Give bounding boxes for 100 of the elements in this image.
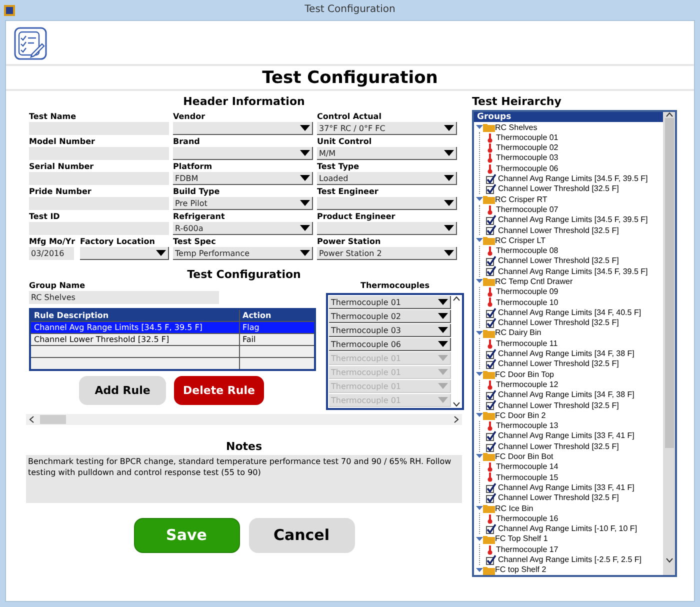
scrollbar-thumb[interactable]: [40, 415, 66, 424]
text-field[interactable]: RC Shelves: [29, 291, 219, 304]
text-field[interactable]: 03/2016: [29, 247, 74, 260]
dropdown[interactable]: Loaded: [317, 172, 457, 186]
caret-icon: [444, 250, 454, 256]
tree-item[interactable]: Channel Avg Range Limits [34.5 F, 39.5 F]: [480, 174, 663, 184]
tree-item[interactable]: Thermocouple 07: [480, 204, 663, 215]
tree-item[interactable]: FC Door Bin Top: [474, 369, 663, 380]
tree-item[interactable]: FC top Shelf 2: [474, 564, 663, 576]
tree-item[interactable]: Channel Avg Range Limits [-10 F, 10 F]: [480, 524, 663, 534]
tree-item[interactable]: Channel Lower Threshold [32.5 F]: [480, 441, 663, 452]
checkmark-icon: [486, 348, 496, 359]
delete-button[interactable]: Delete Rule: [174, 376, 264, 405]
tree-item[interactable]: Thermocouple 14: [480, 462, 663, 472]
tree-item[interactable]: Thermocouple 09: [480, 286, 663, 298]
tree-item[interactable]: Channel Lower Threshold [32.5 F]: [480, 184, 663, 194]
thermometer-icon: [486, 420, 494, 431]
save-button[interactable]: Save: [134, 518, 240, 553]
dropdown[interactable]: Thermocouple 03: [329, 324, 451, 338]
add-button[interactable]: Add Rule: [79, 376, 166, 405]
tree-item[interactable]: Channel Lower Threshold [32.5 F]: [480, 225, 663, 236]
cancel-button[interactable]: Cancel: [248, 518, 354, 553]
tree-item[interactable]: RC Crisper RT: [474, 194, 663, 205]
tree-item[interactable]: Channel Avg Range Limits [34 F, 40.5 F]: [480, 308, 663, 318]
tree-item[interactable]: FC Door Bin 2: [474, 410, 663, 421]
text-field[interactable]: [29, 197, 169, 210]
tree-item[interactable]: RC Ice Bin: [474, 503, 663, 514]
folder-icon: [483, 534, 495, 544]
caret-icon: [300, 125, 310, 132]
caret-icon: [444, 125, 454, 132]
tree-item[interactable]: Channel Avg Range Limits [34.5 F, 39.5 F]: [480, 214, 663, 226]
folder-icon: [483, 277, 495, 286]
tree-item[interactable]: RC Shelves: [474, 122, 663, 132]
dropdown[interactable]: R-600a: [173, 222, 313, 236]
tree-item[interactable]: Thermocouple 16: [480, 513, 663, 524]
tree-item[interactable]: Channel Lower Threshold [32.5 F]: [480, 256, 663, 266]
tree-item[interactable]: Channel Lower Threshold [32.5 F]: [480, 318, 663, 328]
tree-item[interactable]: Thermocouple 17: [480, 544, 663, 555]
tree-item[interactable]: Thermocouple 15: [480, 472, 663, 483]
tree-item[interactable]: Channel Lower Threshold [32.5 F]: [480, 359, 663, 370]
dropdown[interactable]: Pre Pilot: [173, 197, 313, 210]
tree-item[interactable]: RC Crisper LT: [474, 235, 663, 246]
section-title: Header Information: [182, 95, 306, 108]
dropdown[interactable]: [173, 147, 313, 160]
tree-item[interactable]: Thermocouple 11: [480, 338, 663, 349]
dropdown[interactable]: FDBM: [173, 172, 313, 186]
tree-item[interactable]: Channel Avg Range Limits [-2.5 F, 2.5 F]: [480, 554, 663, 565]
tree-item[interactable]: RC Temp Cntl Drawer: [474, 276, 663, 287]
dropdown[interactable]: M/M: [317, 147, 457, 160]
tree-item[interactable]: Thermocouple 03: [480, 153, 663, 164]
folder-icon: [483, 236, 495, 246]
field-label: Test Engineer: [317, 187, 380, 198]
field-label: Thermocouples: [360, 281, 430, 292]
tree-item[interactable]: Channel Lower Threshold [32.5 F]: [480, 492, 663, 504]
field-label: Model Number: [29, 137, 96, 148]
checkmark-icon: [486, 524, 496, 534]
dropdown[interactable]: [173, 122, 313, 136]
checkmark-icon: [486, 318, 496, 328]
checkmark-icon: [486, 308, 496, 318]
scroll-down-icon: [452, 402, 460, 408]
text-field[interactable]: [29, 147, 169, 160]
tree-item[interactable]: FC Door Bin Bot: [474, 452, 663, 462]
dropdown[interactable]: [317, 197, 457, 210]
tree-item[interactable]: Thermocouple 02: [480, 142, 663, 154]
field-label: Refrigerant: [173, 212, 226, 222]
dropdown[interactable]: Thermocouple 06: [329, 338, 451, 352]
tree-item[interactable]: Thermocouple 12: [480, 380, 663, 390]
checkmark-icon: [486, 400, 496, 410]
tree-item[interactable]: Thermocouple 10: [480, 297, 663, 308]
dropdown[interactable]: Thermocouple 02: [329, 310, 451, 324]
dropdown[interactable]: Thermocouple 01: [329, 296, 451, 310]
tree-item[interactable]: Channel Avg Range Limits [34 F, 38 F]: [480, 348, 663, 360]
scroll-left-icon: [29, 416, 34, 424]
section-title: Test Heirarchy: [472, 95, 562, 108]
field-label: Brand: [173, 137, 201, 148]
tree-item[interactable]: Channel Avg Range Limits [33 F, 41 F]: [480, 482, 663, 493]
tree-item[interactable]: Channel Avg Range Limits [34 F, 38 F]: [480, 390, 663, 400]
text-field[interactable]: [29, 172, 169, 186]
tree-item[interactable]: FC Top Shelf 1: [474, 534, 663, 544]
tree-item[interactable]: Thermocouple 13: [480, 420, 663, 432]
dropdown[interactable]: Power Station 2: [317, 247, 457, 260]
app-icon: [4, 4, 15, 16]
text-field[interactable]: [29, 222, 169, 236]
tree-item[interactable]: Thermocouple 08: [480, 246, 663, 256]
tree-item[interactable]: Channel Avg Range Limits [34.5 F, 39.5 F]: [480, 266, 663, 277]
dropdown[interactable]: [80, 247, 169, 260]
table-row[interactable]: Channel Lower Threshold [32.5 F] Fail: [30, 334, 315, 346]
notes-field[interactable]: Benchmark testing for BPCR change, standard temperature performance test 70 and 90 / 65% RH. Follow testing with pulldown and control response test (55 to 90): [26, 454, 462, 503]
dropdown[interactable]: 37°F RC / 0°F FC: [317, 122, 457, 136]
tree-item[interactable]: Thermocouple 01: [480, 132, 663, 143]
tree-item[interactable]: Channel Lower Threshold [32.5 F]: [480, 400, 663, 410]
section-title: Notes: [224, 440, 264, 454]
table-row[interactable]: Channel Avg Range Limits [34.5 F, 39.5 F] Flag: [30, 322, 315, 334]
dropdown[interactable]: [317, 222, 457, 236]
thermometer-icon: [486, 246, 494, 256]
text-field[interactable]: [29, 122, 169, 136]
tree-item[interactable]: Channel Avg Range Limits [33 F, 41 F]: [480, 431, 663, 442]
tree-item[interactable]: Thermocouple 06: [480, 163, 663, 174]
tree-item[interactable]: RC Dairy Bin: [474, 328, 663, 338]
dropdown[interactable]: Temp Performance: [173, 247, 313, 260]
